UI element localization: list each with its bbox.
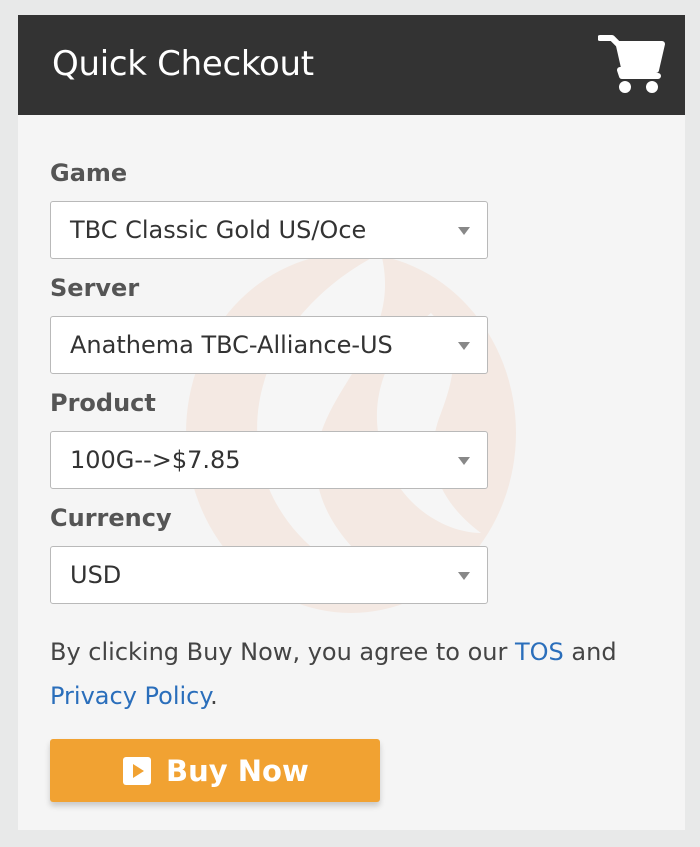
buy-now-button[interactable]: Buy Now (50, 739, 380, 802)
game-select[interactable]: TBC Classic Gold US/Oce (50, 201, 488, 259)
panel-title: Quick Checkout (52, 44, 314, 84)
server-select-value: Anathema TBC-Alliance-US (70, 331, 393, 359)
tos-link[interactable]: TOS (515, 638, 564, 666)
currency-label: Currency (50, 504, 172, 532)
shopping-cart-icon[interactable] (598, 32, 666, 96)
agreement-text: By clicking Buy Now, you agree to our TO… (50, 630, 660, 718)
buy-now-label: Buy Now (166, 754, 309, 788)
product-select-value: 100G-->$7.85 (70, 446, 241, 474)
privacy-policy-link[interactable]: Privacy Policy (50, 682, 210, 710)
chevron-down-icon (458, 227, 470, 235)
chevron-down-icon (458, 457, 470, 465)
game-select-value: TBC Classic Gold US/Oce (70, 216, 367, 244)
agreement-middle: and (563, 638, 617, 666)
agreement-suffix: . (210, 682, 218, 710)
product-label: Product (50, 389, 156, 417)
chevron-down-icon (458, 342, 470, 350)
play-square-icon (123, 757, 151, 785)
server-select[interactable]: Anathema TBC-Alliance-US (50, 316, 488, 374)
agreement-prefix: By clicking Buy Now, you agree to our (50, 638, 515, 666)
game-label: Game (50, 159, 128, 187)
chevron-down-icon (458, 572, 470, 580)
server-label: Server (50, 274, 140, 302)
currency-select[interactable]: USD (50, 546, 488, 604)
currency-select-value: USD (70, 561, 122, 589)
product-select[interactable]: 100G-->$7.85 (50, 431, 488, 489)
quick-checkout-panel: Quick Checkout Game TBC Classic Gold US/… (18, 15, 685, 830)
panel-header: Quick Checkout (18, 15, 685, 115)
